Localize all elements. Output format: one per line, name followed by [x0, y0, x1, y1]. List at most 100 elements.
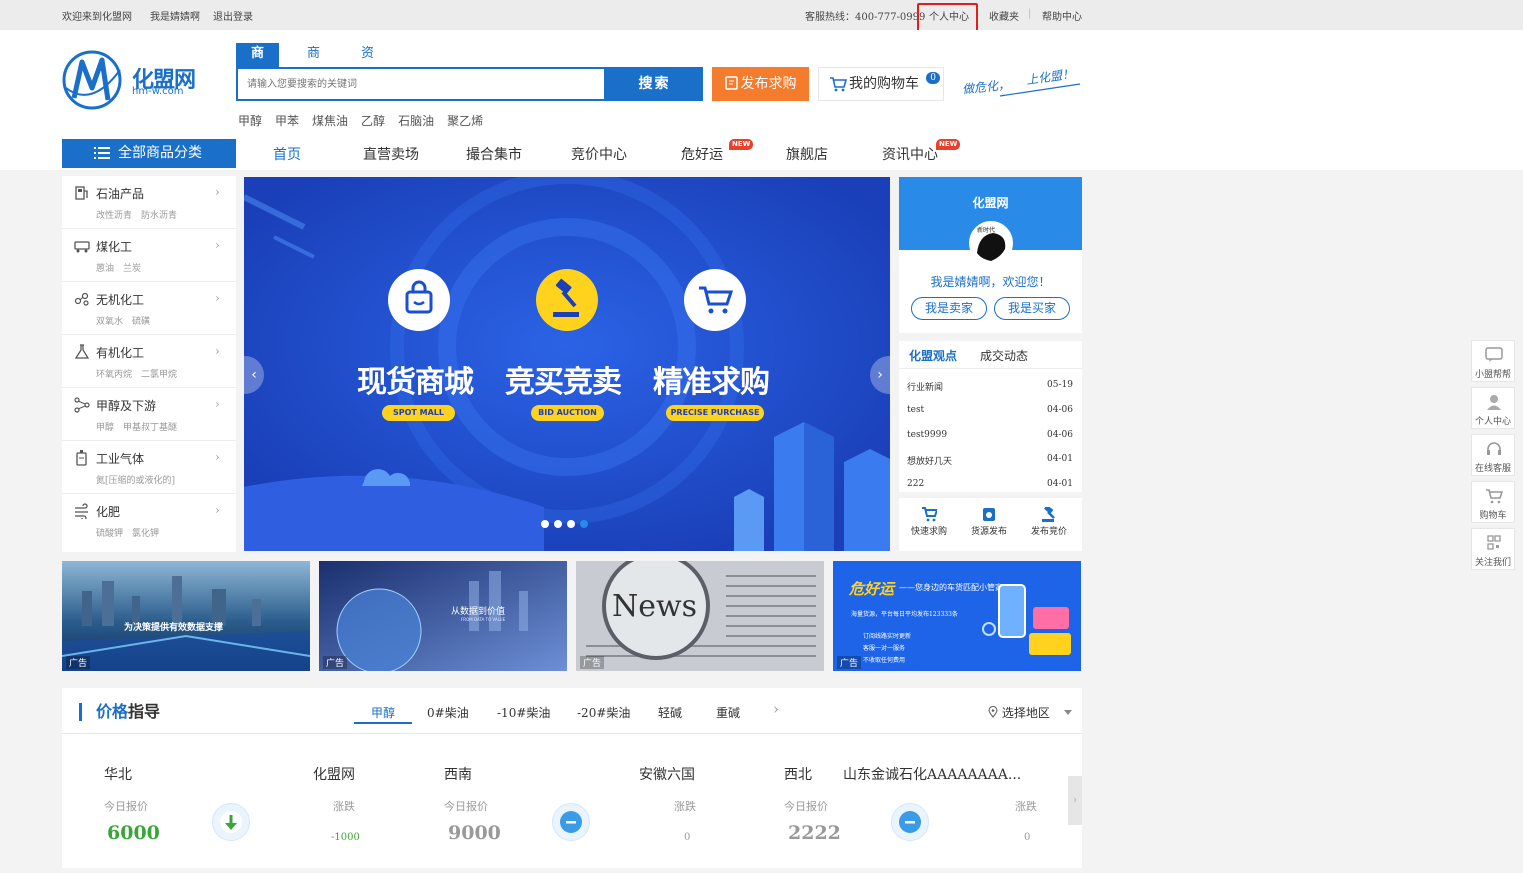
price-change: 0 [684, 832, 691, 843]
category-list: 石油产品 改性沥青 防水沥青 › 煤化工 蒽油 兰炭 › 无机化工 双氧水 硫磺… [62, 176, 236, 552]
banner-dot[interactable] [567, 520, 575, 528]
qr-code-icon [1487, 535, 1501, 550]
news-item[interactable]: 行业新闻 05-19 [907, 380, 1073, 393]
category-item[interactable]: 有机化工 环氧丙烷 二氯甲烷 › [62, 335, 236, 388]
tab-viewpoint[interactable]: 化盟观点 [909, 347, 957, 364]
banner-dot-active[interactable] [580, 520, 588, 528]
help-center-link[interactable]: 帮助中心 [1042, 8, 1082, 23]
news-item[interactable]: 想放好几天 04-01 [907, 454, 1073, 467]
price-tab[interactable]: 重碱 [716, 704, 740, 721]
news-date: 04-01 [1047, 454, 1073, 464]
supply-publish-button[interactable]: 货源发布 [959, 498, 1019, 551]
hotline-text: 客服热线：400-777-0999 [805, 12, 926, 23]
nav-flagship-store[interactable]: 旗舰店 [786, 144, 828, 164]
chat-bubble-icon [1485, 347, 1503, 362]
wind-icon [75, 503, 88, 519]
category-sub[interactable]: 硫酸钾 氯化钾 [96, 526, 159, 539]
tab-products[interactable]: 商品 [236, 43, 280, 83]
ad-banner[interactable]: 从数据到价值 FROM DATA TO VALUE 广告 [319, 561, 567, 671]
tab-news[interactable]: 资讯 [346, 43, 389, 83]
hot-word[interactable]: 石脑油 [398, 114, 434, 128]
price-tab[interactable]: 0#柴油 [427, 704, 469, 721]
news-item[interactable]: 222 04-01 [907, 479, 1073, 489]
publish-purchase-button[interactable]: 发布求购 [712, 67, 809, 101]
sidebar-help[interactable]: 小盟帮帮 [1471, 340, 1515, 382]
chevron-right-icon[interactable]: › [773, 700, 779, 718]
category-sub[interactable]: 氮[压缩的或液化的] [96, 473, 175, 486]
buyer-button[interactable]: 我是买家 [994, 297, 1070, 320]
hot-word[interactable]: 甲苯 [275, 114, 299, 128]
price-company: 山东金诚石化AAAAAAAA... [843, 767, 1022, 783]
search-input[interactable] [238, 69, 604, 99]
price-guide: 价格指导 甲醇 0#柴油 -10#柴油 -20#柴油 轻碱 重碱 › 选择地区 … [62, 688, 1082, 868]
avatar[interactable]: 新时代 [969, 221, 1013, 265]
hot-word[interactable]: 乙醇 [361, 114, 385, 128]
banner-tag: PRECISE PURCHASE [666, 405, 764, 421]
ad-text: 为决策提供有效数据支撑 [124, 623, 224, 633]
chain-icon [74, 397, 90, 413]
price-tab[interactable]: 轻碱 [658, 704, 682, 721]
hot-word[interactable]: 煤焦油 [312, 114, 348, 128]
cart-label: 我的购物车 [849, 76, 919, 92]
category-item[interactable]: 石油产品 改性沥青 防水沥青 › [62, 176, 236, 229]
category-name: 有机化工 [96, 346, 145, 360]
favorites-link[interactable]: 收藏夹 [989, 8, 1019, 23]
all-categories-button[interactable]: 全部商品分类 [62, 139, 236, 168]
sidebar-personal-center[interactable]: 个人中心 [1471, 387, 1515, 429]
tab-merchants[interactable]: 商家 [292, 43, 335, 83]
category-item[interactable]: 煤化工 蒽油 兰炭 › [62, 229, 236, 282]
category-item[interactable]: 工业气体 氮[压缩的或液化的] › [62, 441, 236, 494]
region-select[interactable]: 选择地区 [988, 704, 1072, 721]
price-tab[interactable]: 甲醇 [371, 704, 395, 721]
news-item[interactable]: test 04-06 [907, 405, 1073, 415]
cart-icon [830, 77, 847, 92]
chevron-right-icon: › [215, 503, 220, 517]
hero-banner[interactable]: 现货商城 SPOT MALL 竞买竞卖 BID AUCTION 精准求购 PRE… [244, 177, 890, 551]
sidebar-cart[interactable]: 购物车 [1471, 481, 1515, 523]
nav-bidding-center[interactable]: 竞价中心 [571, 144, 627, 164]
separator: | [1028, 8, 1032, 19]
banner-dot[interactable] [554, 520, 562, 528]
category-item[interactable]: 甲醇及下游 甲醇 甲基叔丁基醚 › [62, 388, 236, 441]
category-sub[interactable]: 甲醇 甲基叔丁基醚 [96, 420, 177, 433]
hot-word[interactable]: 甲醇 [238, 114, 262, 128]
category-item[interactable]: 无机化工 双氧水 硫磺 › [62, 282, 236, 335]
quick-purchase-button[interactable]: 快速求购 [899, 498, 959, 551]
search-button[interactable]: 搜索 [606, 67, 703, 101]
banner-dot[interactable] [541, 520, 549, 528]
cart-button[interactable]: 我的购物车 0 [818, 67, 944, 101]
nav-news-center[interactable]: 资讯中心 [882, 144, 938, 164]
category-item[interactable]: 化肥 硫酸钾 氯化钾 › [62, 494, 236, 547]
sidebar-label: 购物车 [1479, 511, 1507, 521]
logout-link[interactable]: 退出登录 [213, 8, 253, 23]
nav-logistics[interactable]: 危好运 [681, 144, 723, 164]
seller-button[interactable]: 我是卖家 [911, 297, 987, 320]
category-sub[interactable]: 环氧丙烷 二氯甲烷 [96, 367, 177, 380]
sidebar-follow-us[interactable]: 关注我们 [1471, 528, 1515, 570]
price-scroll-button[interactable]: › [1068, 776, 1082, 825]
ad-banner[interactable]: News 广告 [576, 561, 824, 671]
gas-cylinder-icon [76, 450, 87, 466]
category-sub[interactable]: 蒽油 兰炭 [96, 261, 141, 274]
price-tab[interactable]: -20#柴油 [577, 704, 630, 721]
site-logo[interactable]: 化盟网 hm-w.com [62, 48, 202, 112]
nav-home[interactable]: 首页 [273, 144, 301, 164]
auction-hammer-icon [1042, 507, 1055, 522]
ad-banner[interactable]: 为决策提供有效数据支撑 广告 [62, 561, 310, 671]
ad-banner[interactable]: 危好运 ——您身边的车货匹配小管家 海量货源，平台每日平均发布123333条 订… [833, 561, 1081, 671]
news-title: 222 [907, 479, 925, 489]
news-item[interactable]: test9999 04-06 [907, 430, 1073, 440]
category-sub[interactable]: 双氧水 硫磺 [96, 314, 150, 327]
top-bar: 欢迎来到化盟网 我是婧婧啊 退出登录 客服热线：400-777-0999 个人中… [0, 0, 1523, 30]
ad-label: 广告 [66, 656, 91, 669]
nav-direct-store[interactable]: 直营卖场 [363, 144, 419, 164]
ad-text: News [612, 589, 698, 624]
hot-word[interactable]: 聚乙烯 [447, 114, 483, 128]
category-sub[interactable]: 改性沥青 防水沥青 [96, 208, 177, 221]
publish-bid-button[interactable]: 发布竞价 [1019, 498, 1079, 551]
price-tab[interactable]: -10#柴油 [497, 704, 550, 721]
nav-matching-market[interactable]: 撮合集市 [466, 144, 522, 164]
sidebar-online-service[interactable]: 在线客服 [1471, 434, 1515, 476]
username-link[interactable]: 我是婧婧啊 [150, 8, 200, 23]
tab-deals[interactable]: 成交动态 [980, 347, 1028, 364]
